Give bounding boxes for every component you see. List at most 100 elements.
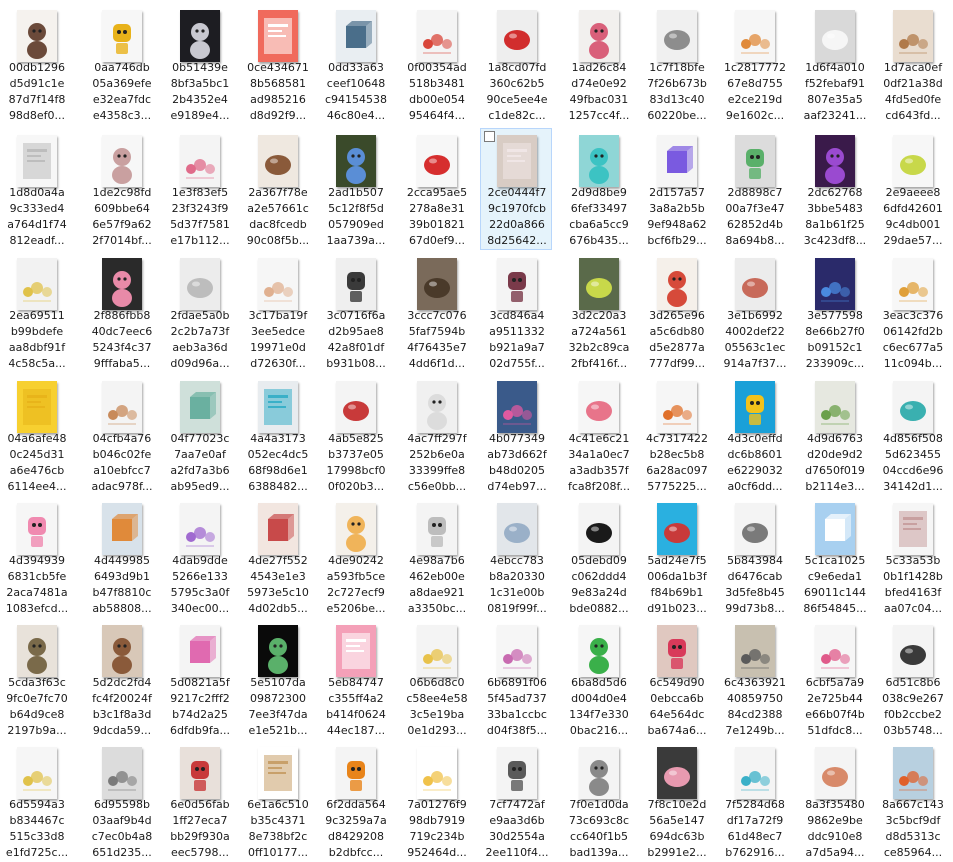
file-item[interactable]: 04cfb4a76 b046c02fe a10ebfcc7 adac978f..… <box>85 374 157 496</box>
file-item[interactable]: 2a367f78e a2e57661c dac8fcedb 90c08f5b..… <box>241 128 313 250</box>
file-item[interactable]: 6d5594a3 b834467c 515c33d8 e1fd725c... <box>0 740 72 862</box>
file-item[interactable]: 2f886fbb8 40dc7eec6 5243f4c37 9fffaba5..… <box>85 251 157 373</box>
image-thumbnail[interactable] <box>336 503 376 555</box>
image-thumbnail[interactable] <box>417 135 457 187</box>
image-thumbnail[interactable] <box>815 747 855 799</box>
file-item[interactable]: 3d2c20a3 a724a561 32b2c89ca 2fbf416f... <box>562 251 634 373</box>
image-thumbnail[interactable] <box>735 10 775 62</box>
image-thumbnail[interactable] <box>336 747 376 799</box>
file-item[interactable]: 1ad26c84 d74e0e92 49fbac031 1257cc4f... <box>562 3 634 125</box>
file-item[interactable]: 4a4a3173 052ec4dc5 68f98d6e1 6388482... <box>241 374 313 496</box>
image-thumbnail[interactable] <box>180 381 220 433</box>
file-item[interactable]: 6b6891f06 5f45ad737 33ba1ccbc d04f38f5..… <box>480 618 552 740</box>
file-item[interactable]: 4c7317422 b28ec5b8 6a28ac097 5775225... <box>640 374 712 496</box>
file-item[interactable]: 6e1a6c510 b35c4371 8e738bf2c 0ff10177... <box>241 740 313 862</box>
image-thumbnail[interactable] <box>417 503 457 555</box>
file-item[interactable]: 4c41e6c21 34a1a0ec7 a3adb357f fca8f208f.… <box>562 374 634 496</box>
file-item[interactable]: 8a3f35480 9862e9be ddc910e8 a7d5a94... <box>798 740 870 862</box>
file-item[interactable]: 2dc62768 3bbe5483 8a1b61f25 3c423df8... <box>798 128 870 250</box>
file-item[interactable]: 6d95598b 03aaf9b4d c7ec0b4a8 651d235... <box>85 740 157 862</box>
file-item[interactable]: 6f2dda564 9c3259a7a d8429208 b2dbfcc... <box>319 740 391 862</box>
image-thumbnail[interactable] <box>735 503 775 555</box>
select-checkbox[interactable] <box>484 131 495 142</box>
file-item[interactable]: 2ad1b507 5c12f8f5d 057909ed 1aa739a... <box>319 128 391 250</box>
image-thumbnail[interactable] <box>17 258 57 310</box>
image-thumbnail[interactable] <box>180 503 220 555</box>
file-item[interactable]: 4d856f508 5d623455 04ccd6e96 34142d1... <box>876 374 948 496</box>
file-item[interactable]: 5c33a53b 0b1f1428b bfed4163f aa07c04... <box>876 496 948 618</box>
file-item[interactable]: 4d449985 6493d9b1 b47f8810c ab58808... <box>85 496 157 618</box>
image-thumbnail[interactable] <box>497 258 537 310</box>
file-item[interactable]: 04a6afe48 0c245d31 a6e476cb 6114ee4... <box>0 374 72 496</box>
file-item[interactable]: 2d9d8be9 6fef33497 cba6a5cc9 676b435... <box>562 128 634 250</box>
image-thumbnail[interactable] <box>417 747 457 799</box>
image-thumbnail[interactable] <box>258 381 298 433</box>
file-item[interactable]: 2ce0444f7 9c1970fcb 22d0a866 8d25642... <box>480 128 552 250</box>
image-thumbnail[interactable] <box>735 381 775 433</box>
image-thumbnail[interactable] <box>180 747 220 799</box>
image-thumbnail[interactable] <box>180 10 220 62</box>
image-thumbnail[interactable] <box>657 10 697 62</box>
file-item[interactable]: 3c17ba19f 3ee5edce 19971e0d d72630f... <box>241 251 313 373</box>
file-item[interactable]: 4de90242 a593fb5ce 2c727ecf9 e5206be... <box>319 496 391 618</box>
image-thumbnail[interactable] <box>258 503 298 555</box>
image-thumbnail[interactable] <box>497 503 537 555</box>
file-item[interactable]: 2d8898c7 00a7f3e47 62852d4b 8a694b8... <box>718 128 790 250</box>
image-thumbnail[interactable] <box>497 381 537 433</box>
file-item[interactable]: 7f5284d68 df17a72f9 61d48ec7 b762916... <box>718 740 790 862</box>
image-thumbnail[interactable] <box>657 503 697 555</box>
image-thumbnail[interactable] <box>417 258 457 310</box>
file-item[interactable]: 05debd09 c062ddd4 9e83a24d bde0882... <box>562 496 634 618</box>
file-item[interactable]: 0dd33a63 ceef10648 c94154538 46c80e4... <box>319 3 391 125</box>
file-item[interactable]: 4b077349 ab73d662f b48d0205 d74eb97... <box>480 374 552 496</box>
image-thumbnail[interactable] <box>815 503 855 555</box>
image-thumbnail[interactable] <box>657 135 697 187</box>
file-item[interactable]: 3cd846a4 a9511332 b921a9a7 02d755f... <box>480 251 552 373</box>
image-thumbnail[interactable] <box>336 258 376 310</box>
image-thumbnail[interactable] <box>893 503 933 555</box>
file-item[interactable]: 2cca95ae5 278a8e31 39b01821 67d0ef9... <box>400 128 472 250</box>
image-thumbnail[interactable] <box>180 258 220 310</box>
file-item[interactable]: 4ebcc783 b8a20330 1c31e00b 0819f99f... <box>480 496 552 618</box>
image-thumbnail[interactable] <box>815 381 855 433</box>
file-item[interactable]: 4d3c0effd dc6b8601 e6229032 a0cf6dd... <box>718 374 790 496</box>
file-item[interactable]: 5ad24e7f5 006da1b3f f84b69b1 d91b023... <box>640 496 712 618</box>
file-item[interactable]: 2ea69511 b99bdefe aa8dbf91f 4c58c5a... <box>0 251 72 373</box>
file-item[interactable]: 3eac3c376 06142fd2b c6ec677a5 11c094b... <box>876 251 948 373</box>
image-thumbnail[interactable] <box>17 625 57 677</box>
file-item[interactable]: 5d2dc2fd4 fc4f20024f b3c1f8a3d 9dcda59..… <box>85 618 157 740</box>
file-item[interactable]: 4d9d6763 d20de9d2 d7650f019 b2114e3... <box>798 374 870 496</box>
image-thumbnail[interactable] <box>497 10 537 62</box>
image-thumbnail[interactable] <box>657 258 697 310</box>
file-item[interactable]: 6cbf5a7a9 2e725b44 e66b07f4b 51dfdc8... <box>798 618 870 740</box>
image-thumbnail[interactable] <box>258 10 298 62</box>
image-thumbnail[interactable] <box>258 258 298 310</box>
file-item[interactable]: 7cf7472af e9aa3d6b 30d2554a 2ee110f4... <box>480 740 552 862</box>
file-item[interactable]: 4d394939 6831cb5fe 2aca7481a 1083efcd... <box>0 496 72 618</box>
image-thumbnail[interactable] <box>735 135 775 187</box>
image-thumbnail[interactable] <box>336 381 376 433</box>
file-item[interactable]: 2d157a57 3a8a2b5b 9ef948a62 bcf6fb29... <box>640 128 712 250</box>
image-thumbnail[interactable] <box>102 135 142 187</box>
image-thumbnail[interactable] <box>180 625 220 677</box>
image-thumbnail[interactable] <box>17 381 57 433</box>
image-thumbnail[interactable] <box>893 10 933 62</box>
file-item[interactable]: 3ccc7c076 5faf7594b 4f76435e7 4dd6f1d... <box>400 251 472 373</box>
file-item[interactable]: 7f8c10e2d 56a5e147 694dc63b b2991e2... <box>640 740 712 862</box>
image-thumbnail[interactable] <box>893 135 933 187</box>
file-item[interactable]: 5cda3f63c 9fc0e7fc70 b64d9ce8 2197b9a... <box>0 618 72 740</box>
file-item[interactable]: 1e3f83ef5 23f3243f9 5d37f7581 e17b112... <box>163 128 235 250</box>
image-thumbnail[interactable] <box>17 503 57 555</box>
file-item[interactable]: 00db1296 d5d91c1e 87d7f14f8 98d8ef0... <box>0 3 72 125</box>
file-item[interactable]: 5d0821a5f 9217c2fff2 b74d2a25 6dfdb9fa..… <box>163 618 235 740</box>
image-thumbnail[interactable] <box>497 747 537 799</box>
file-item[interactable]: 3d265e96 a5c6db80 d5e2877a 777df99... <box>640 251 712 373</box>
image-thumbnail[interactable] <box>497 625 537 677</box>
file-item[interactable]: 4de27f552 4543e1e3 5973e5c10 4d02db5... <box>241 496 313 618</box>
image-thumbnail[interactable] <box>735 258 775 310</box>
image-thumbnail[interactable] <box>735 625 775 677</box>
image-thumbnail[interactable] <box>893 747 933 799</box>
file-item[interactable]: 1d6f4a010 f52febaf91 807e35a5 aaf23241..… <box>798 3 870 125</box>
file-item[interactable]: 5e5107da 09872300 7ee3f47da e1e521b... <box>241 618 313 740</box>
image-thumbnail[interactable] <box>417 10 457 62</box>
